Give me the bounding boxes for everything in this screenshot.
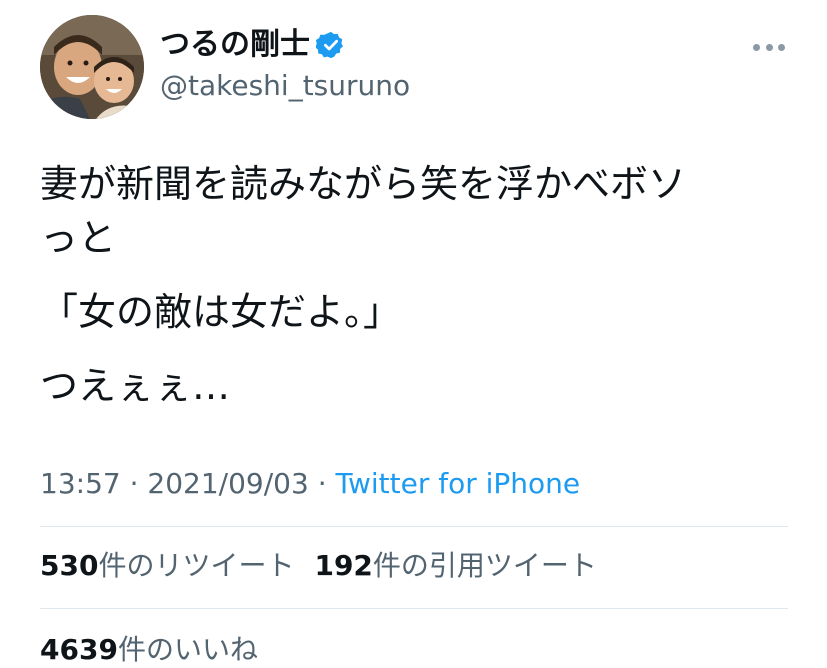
user-handle[interactable]: @takeshi_tsuruno	[160, 69, 410, 103]
display-name[interactable]: つるの剛士	[160, 26, 310, 64]
retweet-label: 件のリツイート	[98, 549, 295, 582]
quote-count: 192	[314, 549, 373, 582]
divider	[40, 608, 788, 609]
more-options-icon[interactable]	[753, 36, 785, 58]
meta-separator: ·	[308, 467, 336, 500]
tweet-line: っと	[40, 216, 117, 260]
like-count: 4639	[40, 633, 118, 666]
quote-label: 件の引用ツイート	[372, 549, 597, 582]
tweet-line: 「女の敵は女だよ。」	[40, 290, 402, 334]
avatar[interactable]	[40, 15, 144, 119]
tweet-text: 妻が新聞を読みながら笑を浮かべボソ っと 「女の敵は女だよ。」 つえぇぇ…	[40, 157, 800, 413]
like-count-link[interactable]: 4639件のいいね	[40, 632, 258, 668]
author-name-row[interactable]: つるの剛士	[160, 26, 346, 64]
tweet-date[interactable]: 2021/09/03	[147, 467, 308, 500]
like-label: 件のいいね	[117, 633, 258, 666]
stats-row-likes: 4639件のいいね	[40, 632, 258, 668]
meta-separator: ·	[120, 467, 148, 500]
verified-badge-icon	[315, 30, 346, 60]
retweet-count-link[interactable]: 530件のリツイート	[40, 548, 294, 584]
tweet-source-link[interactable]: Twitter for iPhone	[336, 467, 581, 500]
tweet-time[interactable]: 13:57	[40, 467, 121, 500]
tweet-line: つえぇぇ…	[40, 364, 231, 408]
tweet-line: 妻が新聞を読みながら笑を浮かべボソ	[40, 162, 687, 206]
quote-count-link[interactable]: 192件の引用ツイート	[314, 548, 596, 584]
stats-row-shares: 530件のリツイート 192件の引用ツイート	[40, 548, 597, 584]
tweet-meta: 13:57 · 2021/09/03 · Twitter for iPhone	[40, 466, 580, 502]
divider	[40, 526, 788, 527]
profile-photo-icon	[40, 15, 144, 119]
retweet-count: 530	[40, 549, 99, 582]
